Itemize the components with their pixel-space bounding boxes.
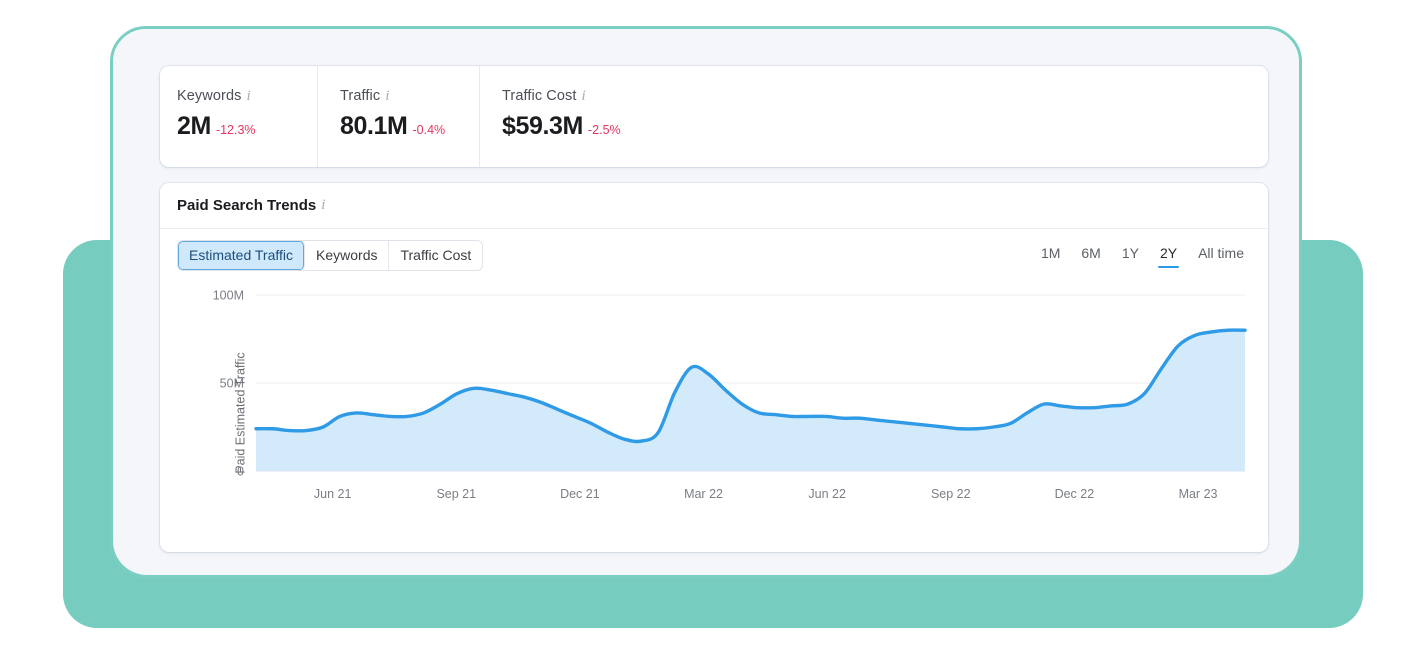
svg-text:Sep 21: Sep 21 bbox=[436, 487, 476, 501]
range-all-time[interactable]: All time bbox=[1198, 245, 1244, 268]
metric-traffic-label-text: Traffic bbox=[340, 88, 381, 104]
metric-keywords: Keywords i 2M -12.3% bbox=[177, 66, 317, 167]
metric-traffic-cost: Traffic Cost i $59.3M -2.5% bbox=[479, 66, 699, 167]
metric-keywords-value: 2M bbox=[177, 112, 211, 140]
metrics-row: Keywords i 2M -12.3% Traffic i 80.1M -0.4% bbox=[160, 66, 1268, 167]
metric-traffic-cost-label-text: Traffic Cost bbox=[502, 88, 577, 104]
range-1m[interactable]: 1M bbox=[1041, 245, 1060, 268]
metric-traffic-label: Traffic i bbox=[340, 88, 479, 105]
metric-traffic-value-row: 80.1M -0.4% bbox=[340, 112, 479, 141]
metrics-card: Keywords i 2M -12.3% Traffic i 80.1M -0.4% bbox=[160, 66, 1268, 167]
svg-text:Sep 22: Sep 22 bbox=[931, 487, 971, 501]
metric-traffic-cost-delta: -2.5% bbox=[588, 123, 621, 137]
chart-card-header: Paid Search Trends i bbox=[160, 183, 1268, 229]
chart-controls: Estimated Traffic Keywords Traffic Cost … bbox=[160, 229, 1268, 277]
metric-traffic-delta: -0.4% bbox=[412, 123, 446, 137]
time-range-group: 1M 6M 1Y 2Y All time bbox=[1041, 241, 1248, 268]
area-chart: 100M 50M 0 Jun 21 Sep 21 Dec 21 Mar 22 Jun 22 Se… bbox=[213, 289, 1247, 501]
chart-plot-area: Paid Estimated Traffic 100M 50M 0 Jun 21 Sep… bbox=[160, 277, 1268, 549]
info-icon[interactable]: i bbox=[582, 88, 586, 104]
range-1y[interactable]: 1Y bbox=[1122, 245, 1139, 268]
metric-keywords-delta: -12.3% bbox=[215, 123, 256, 137]
info-icon[interactable]: i bbox=[385, 88, 389, 104]
svg-text:Jun 22: Jun 22 bbox=[808, 487, 846, 501]
svg-text:100M: 100M bbox=[213, 289, 244, 303]
svg-text:Mar 23: Mar 23 bbox=[1179, 487, 1218, 501]
metric-keywords-label-text: Keywords bbox=[177, 88, 242, 104]
svg-text:Dec 22: Dec 22 bbox=[1055, 487, 1095, 501]
metric-keywords-label: Keywords i bbox=[177, 88, 317, 105]
info-icon[interactable]: i bbox=[321, 197, 325, 214]
metric-traffic-value: 80.1M bbox=[340, 112, 408, 140]
metric-tab-group: Estimated Traffic Keywords Traffic Cost bbox=[178, 241, 483, 270]
promo-scene: Keywords i 2M -12.3% Traffic i 80.1M -0.4% bbox=[0, 0, 1423, 664]
svg-text:0: 0 bbox=[237, 465, 244, 479]
svg-text:Mar 22: Mar 22 bbox=[684, 487, 723, 501]
svg-text:Jun 21: Jun 21 bbox=[314, 487, 352, 501]
metric-traffic-cost-value-row: $59.3M -2.5% bbox=[502, 112, 699, 141]
svg-text:50M: 50M bbox=[220, 377, 244, 391]
svg-text:Dec 21: Dec 21 bbox=[560, 487, 600, 501]
chart-title: Paid Search Trends bbox=[177, 197, 317, 214]
tab-keywords[interactable]: Keywords bbox=[305, 241, 390, 270]
metric-traffic: Traffic i 80.1M -0.4% bbox=[317, 66, 479, 167]
range-2y[interactable]: 2Y bbox=[1157, 245, 1180, 268]
metric-traffic-cost-label: Traffic Cost i bbox=[502, 88, 699, 105]
metric-traffic-cost-value: $59.3M bbox=[502, 112, 583, 140]
info-icon[interactable]: i bbox=[246, 88, 250, 104]
tab-traffic-cost[interactable]: Traffic Cost bbox=[389, 241, 483, 270]
paid-search-trends-card: Paid Search Trends i Estimated Traffic K… bbox=[160, 183, 1268, 552]
tab-estimated-traffic[interactable]: Estimated Traffic bbox=[178, 241, 306, 270]
metric-keywords-value-row: 2M -12.3% bbox=[177, 112, 317, 141]
range-6m[interactable]: 6M bbox=[1081, 245, 1100, 268]
